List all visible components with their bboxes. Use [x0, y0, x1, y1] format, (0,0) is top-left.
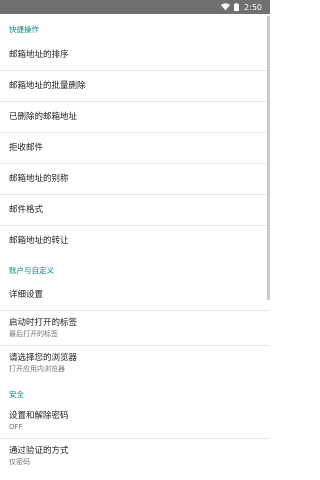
setting-item-address-alias[interactable]: 邮箱地址的别称 — [0, 164, 270, 195]
setting-title: 请选择您的浏览器 — [9, 353, 78, 363]
setting-title: 邮箱地址的批量删除 — [9, 80, 86, 91]
scrollbar[interactable] — [267, 16, 270, 300]
setting-summary: 最后打开的标签 — [9, 329, 58, 338]
setting-summary: OFF — [9, 422, 23, 431]
setting-item-batch-delete[interactable]: 邮箱地址的批量删除 — [0, 71, 270, 102]
section-header-quick-actions: 快捷操作 — [9, 25, 39, 34]
setting-item-browser-choice[interactable]: 请选择您的浏览器 打开应用内浏览器 — [0, 346, 270, 381]
setting-title: 设置和解除密码 — [9, 410, 69, 421]
setting-title: 邮箱地址的别称 — [9, 173, 69, 184]
setting-item-address-transfer[interactable]: 邮箱地址的转让 — [0, 226, 270, 257]
setting-title: 邮箱地址的排序 — [9, 49, 69, 60]
wifi-icon — [221, 3, 231, 11]
setting-item-verification-method[interactable]: 通过验证的方式 仅密码 — [0, 439, 270, 474]
setting-summary: 仅密码 — [9, 458, 30, 466]
setting-item-reject-mail[interactable]: 拒收邮件 — [0, 133, 270, 164]
setting-title: 邮箱地址的转让 — [9, 236, 69, 246]
setting-item-mail-format[interactable]: 邮件格式 — [0, 195, 270, 226]
battery-icon — [234, 3, 240, 11]
setting-item-password[interactable]: 设置和解除密码 OFF — [0, 404, 270, 439]
status-time: 2:50 — [244, 2, 262, 12]
section-header-account-customize: 账户与自定义 — [9, 266, 54, 275]
setting-item-startup-tab[interactable]: 启动时打开的标签 最后打开的标签 — [0, 311, 270, 346]
setting-title: 已删除的邮箱地址 — [9, 111, 78, 122]
setting-summary: 打开应用内浏览器 — [9, 365, 65, 373]
setting-item-detailed-settings[interactable]: 详细设置 — [0, 280, 270, 311]
status-bar: 2:50 — [0, 0, 270, 14]
setting-title: 启动时打开的标签 — [9, 317, 78, 328]
section-header-security: 安全 — [9, 390, 24, 399]
setting-title: 邮件格式 — [9, 204, 44, 215]
setting-item-deleted-addresses[interactable]: 已删除的邮箱地址 — [0, 102, 270, 133]
setting-title: 通过验证的方式 — [9, 446, 69, 456]
settings-list[interactable]: 快捷操作 邮箱地址的排序 邮箱地址的批量删除 已删除的邮箱地址 拒收邮件 邮箱地… — [0, 14, 270, 474]
setting-title: 详细设置 — [9, 289, 44, 300]
setting-title: 拒收邮件 — [9, 142, 44, 153]
setting-item-address-sort[interactable]: 邮箱地址的排序 — [0, 40, 270, 71]
